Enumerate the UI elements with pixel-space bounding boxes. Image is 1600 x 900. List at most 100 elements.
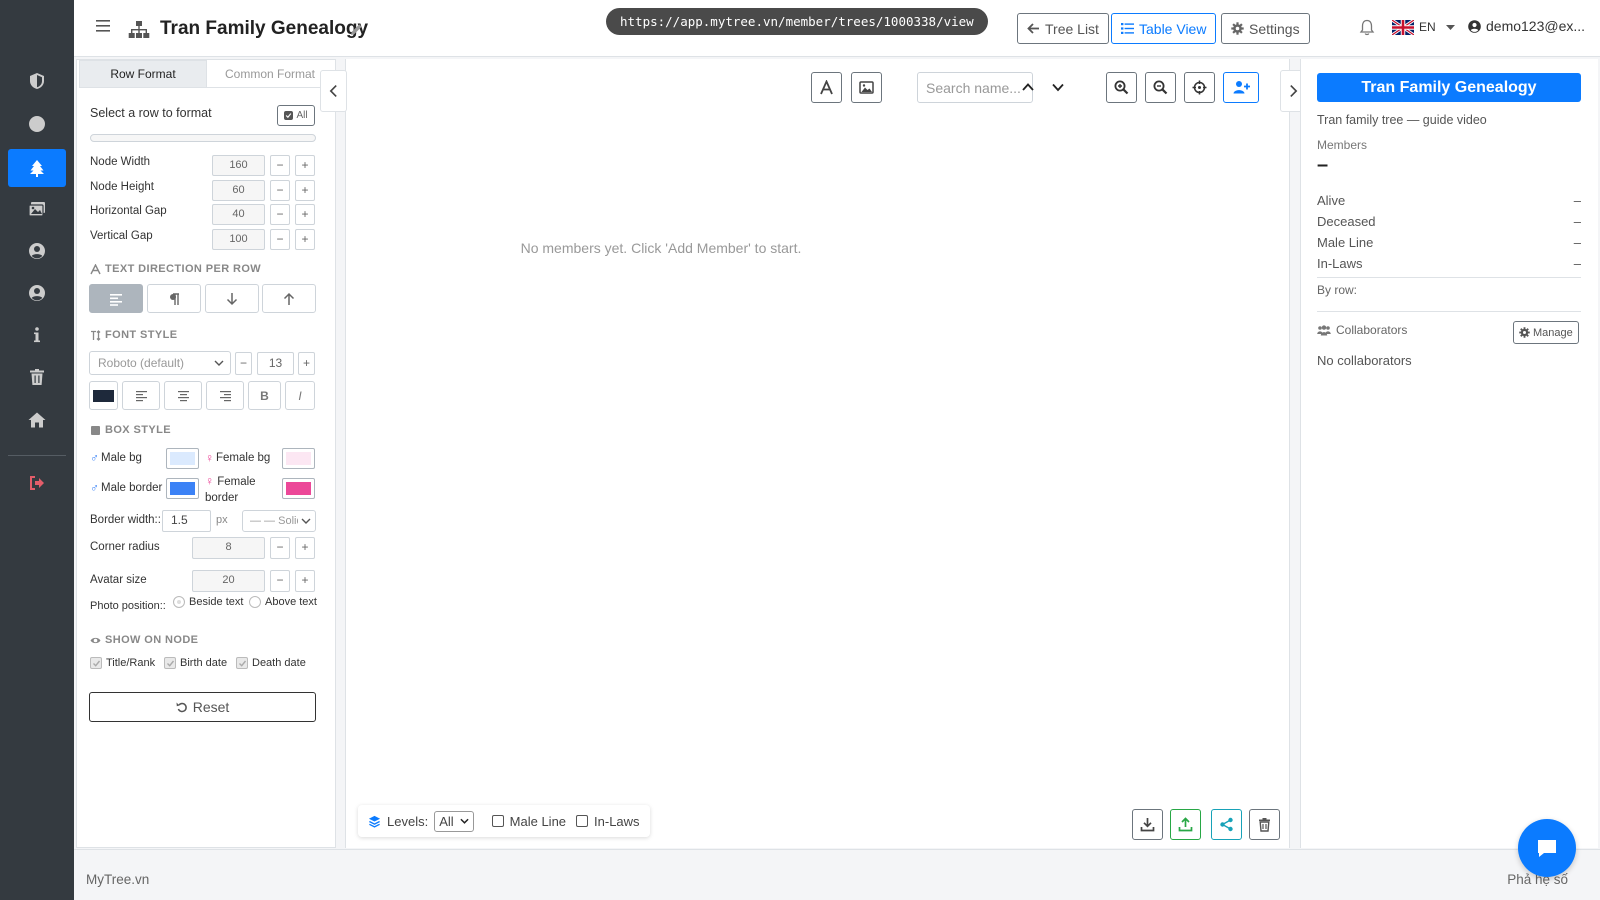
- download-button[interactable]: [1132, 809, 1163, 840]
- direction-paragraph-button[interactable]: [147, 284, 201, 313]
- hamburger-menu-icon[interactable]: [96, 18, 112, 34]
- rail-item-logout[interactable]: [8, 464, 66, 502]
- tree-list-button[interactable]: Tree List: [1017, 13, 1109, 44]
- photo-above-option[interactable]: Above text: [249, 596, 317, 608]
- collapse-left-panel-button[interactable]: [320, 70, 347, 112]
- rail-item-tree[interactable]: [8, 149, 66, 187]
- rail-item-images[interactable]: [8, 190, 66, 228]
- rail-item-shield[interactable]: [8, 62, 66, 100]
- users-icon: [1317, 324, 1331, 335]
- tab-row-format[interactable]: Row Format: [79, 60, 207, 87]
- font-size-decrement[interactable]: −: [235, 352, 252, 375]
- font-color-picker[interactable]: [89, 381, 118, 410]
- corner-radius-increment[interactable]: +: [295, 537, 315, 559]
- add-member-button[interactable]: [1223, 72, 1259, 103]
- border-width-input[interactable]: 1.5: [162, 510, 211, 532]
- zoom-out-button[interactable]: [1145, 72, 1176, 103]
- photo-beside-option[interactable]: Beside text: [173, 596, 243, 608]
- node-width-input[interactable]: 160: [212, 155, 265, 176]
- male-line-checkbox[interactable]: [491, 815, 504, 827]
- direction-up-button[interactable]: [262, 284, 316, 313]
- rail-item-info[interactable]: [8, 316, 66, 354]
- bell-icon[interactable]: [1359, 19, 1375, 36]
- border-style-select[interactable]: — — Solid: [242, 510, 316, 532]
- font-family-select[interactable]: Roboto (default): [89, 351, 231, 375]
- corner-radius-decrement[interactable]: −: [270, 537, 290, 559]
- image-mode-button[interactable]: [851, 72, 882, 103]
- vertical-gap-decrement[interactable]: −: [270, 229, 290, 250]
- reset-button[interactable]: Reset: [89, 692, 316, 722]
- manage-collaborators-button[interactable]: Manage: [1513, 321, 1579, 344]
- text-mode-button[interactable]: [811, 72, 842, 103]
- rail-item-profile[interactable]: [8, 232, 66, 270]
- zoom-in-button[interactable]: [1106, 72, 1137, 103]
- delete-tree-button[interactable]: [1249, 809, 1280, 840]
- table-view-button[interactable]: Table View: [1111, 13, 1217, 44]
- align-right-button[interactable]: [206, 381, 244, 410]
- user-email[interactable]: demo123@ex...: [1486, 18, 1585, 34]
- font-icon: [90, 263, 101, 274]
- list-icon: [1121, 23, 1134, 34]
- node-width-increment[interactable]: +: [295, 155, 315, 176]
- gear-icon: [1519, 327, 1530, 338]
- avatar-size-increment[interactable]: +: [295, 570, 315, 592]
- search-prev-button[interactable]: [1019, 78, 1037, 96]
- left-rail: [0, 0, 74, 900]
- radio-selected-icon: [173, 596, 185, 608]
- italic-button[interactable]: I: [285, 381, 315, 410]
- settings-button[interactable]: Settings: [1221, 13, 1310, 44]
- levels-select[interactable]: All: [434, 810, 474, 832]
- in-laws-checkbox[interactable]: [576, 815, 589, 827]
- male-border-color-picker[interactable]: [166, 478, 199, 499]
- align-right-icon: [219, 391, 231, 402]
- search-name-input[interactable]: [917, 72, 1033, 103]
- bold-button[interactable]: B: [248, 381, 281, 410]
- horizontal-gap-decrement[interactable]: −: [270, 204, 290, 225]
- avatar-size-decrement[interactable]: −: [270, 570, 290, 592]
- chat-widget-button[interactable]: [1518, 819, 1576, 877]
- vertical-gap-input[interactable]: 100: [212, 229, 265, 250]
- horizontal-gap-input[interactable]: 40: [212, 204, 265, 225]
- search-next-button[interactable]: [1049, 78, 1067, 96]
- direction-horizontal-button[interactable]: [89, 284, 143, 313]
- uk-flag-icon[interactable]: [1392, 20, 1414, 35]
- show-death-option[interactable]: Death date: [236, 657, 306, 669]
- show-birth-option[interactable]: Birth date: [164, 657, 227, 669]
- rail-item-trash[interactable]: [8, 358, 66, 396]
- corner-radius-input[interactable]: 8: [192, 537, 265, 559]
- stat-male-line: Male Line –: [1317, 235, 1581, 250]
- node-height-decrement[interactable]: −: [270, 180, 290, 201]
- rail-item-home[interactable]: [8, 401, 66, 439]
- show-title-option[interactable]: Title/Rank: [90, 657, 155, 669]
- photo-above-label: Above text: [265, 596, 317, 608]
- pencil-edit-icon[interactable]: [350, 23, 363, 36]
- female-bg-color-picker[interactable]: [282, 448, 315, 469]
- rail-item-circle[interactable]: [8, 105, 66, 143]
- show-title-label: Title/Rank: [106, 657, 156, 669]
- horizontal-gap-increment[interactable]: +: [295, 204, 315, 225]
- caret-down-icon[interactable]: [1446, 25, 1455, 31]
- rail-item-account[interactable]: [8, 274, 66, 312]
- user-circle-icon: [1468, 20, 1481, 33]
- font-size-increment[interactable]: +: [298, 352, 315, 375]
- footer-brand[interactable]: MyTree.vn: [86, 872, 149, 887]
- node-height-increment[interactable]: +: [295, 180, 315, 201]
- node-width-decrement[interactable]: −: [270, 155, 290, 176]
- female-border-color-picker[interactable]: [282, 478, 315, 499]
- male-bg-color-picker[interactable]: [166, 448, 199, 469]
- direction-down-button[interactable]: [205, 284, 259, 313]
- align-center-button[interactable]: [164, 381, 202, 410]
- share-button[interactable]: [1211, 809, 1242, 840]
- tree-canvas[interactable]: No members yet. Click 'Add Member' to st…: [345, 59, 1290, 848]
- avatar-size-input[interactable]: 20: [192, 570, 265, 592]
- language-label[interactable]: EN: [1419, 20, 1436, 34]
- node-height-input[interactable]: 60: [212, 180, 265, 201]
- tab-common-format[interactable]: Common Format: [207, 60, 333, 87]
- row-selector-track[interactable]: [90, 134, 316, 142]
- center-view-button[interactable]: [1184, 72, 1215, 103]
- font-size-input[interactable]: 13: [257, 352, 294, 375]
- align-left-button[interactable]: [122, 381, 160, 410]
- select-all-button[interactable]: All: [277, 105, 315, 126]
- upload-button[interactable]: [1170, 809, 1201, 840]
- vertical-gap-increment[interactable]: +: [295, 229, 315, 250]
